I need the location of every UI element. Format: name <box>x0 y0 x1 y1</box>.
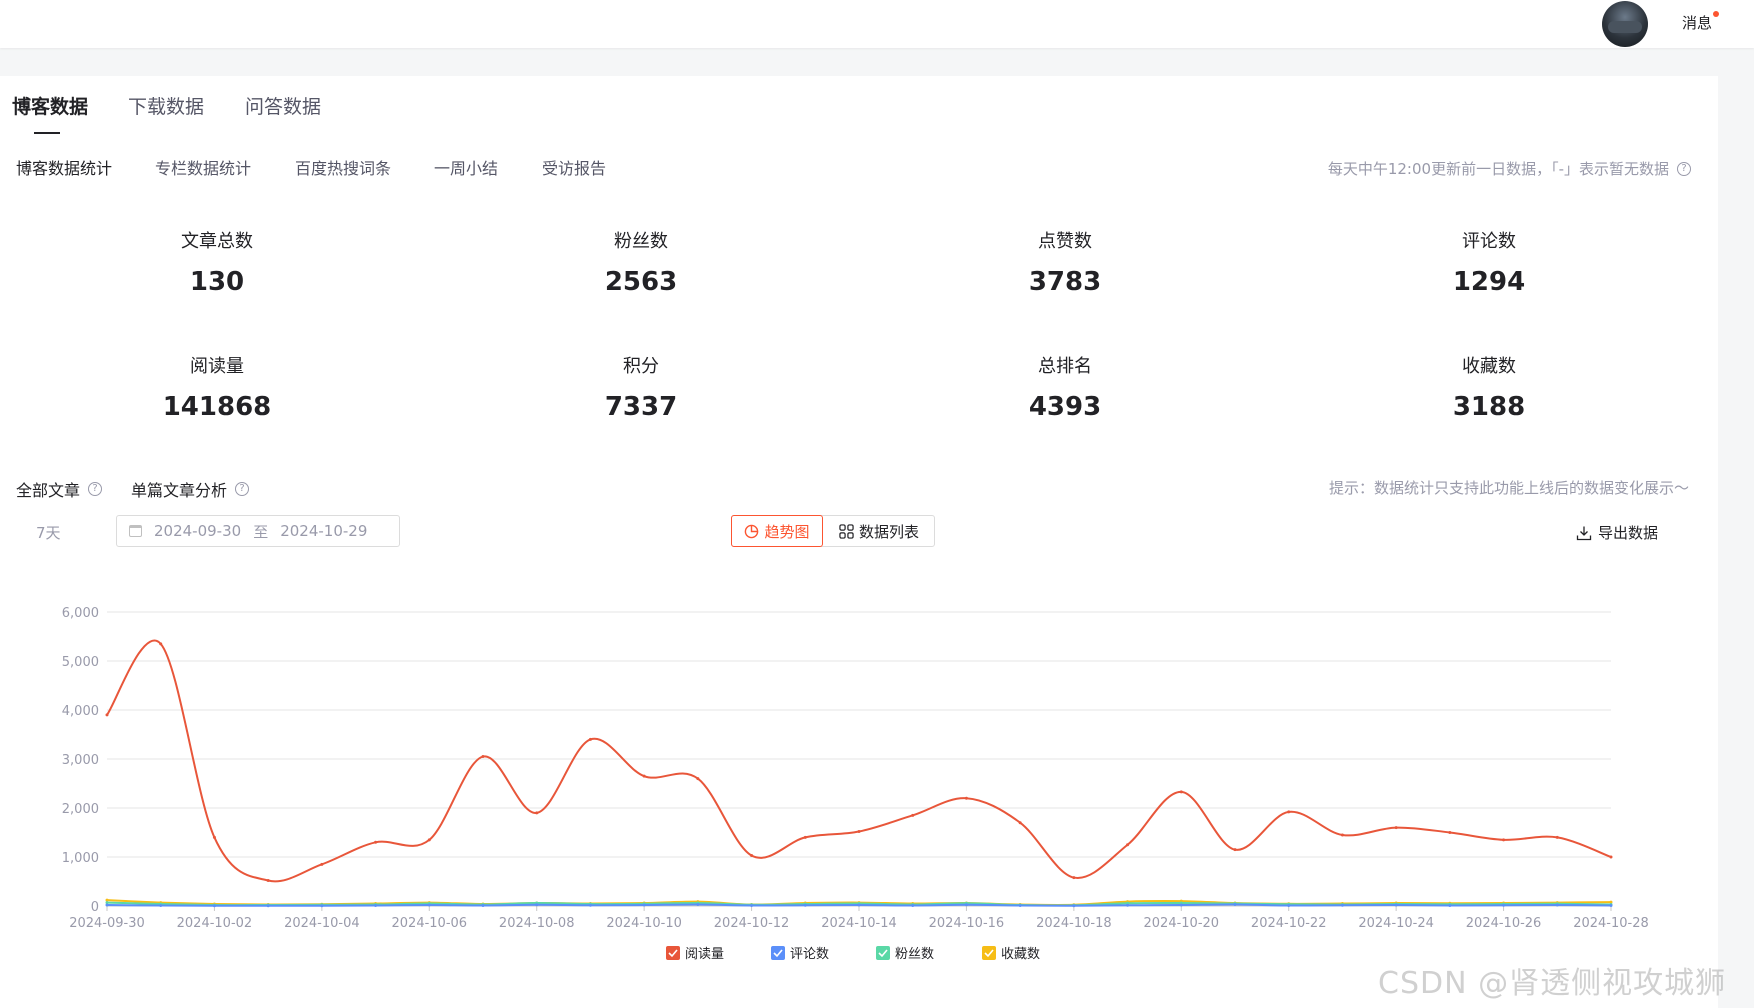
data-point[interactable] <box>588 903 592 907</box>
x-tick-label: 2024-10-10 <box>606 916 682 931</box>
legend-label[interactable]: 评论数 <box>790 947 829 962</box>
x-tick-label: 2024-10-16 <box>929 916 1005 931</box>
data-point[interactable] <box>1555 903 1559 907</box>
legend-checkbox[interactable] <box>982 946 996 960</box>
data-point[interactable] <box>1126 903 1130 907</box>
x-tick-label: 2024-10-04 <box>284 916 360 931</box>
x-tick-label: 2024-10-22 <box>1251 916 1327 931</box>
data-point[interactable] <box>1448 904 1452 908</box>
data-point[interactable] <box>964 903 968 907</box>
csdn-watermark: CSDN @肾透侧视攻城狮 <box>1378 966 1727 1001</box>
data-point[interactable] <box>1340 903 1344 907</box>
data-point[interactable] <box>588 737 592 741</box>
legend-checkbox[interactable] <box>771 946 785 960</box>
data-point[interactable] <box>159 642 163 646</box>
y-tick-label: 2,000 <box>62 802 99 817</box>
data-point[interactable] <box>1179 790 1183 794</box>
data-point[interactable] <box>481 755 485 759</box>
data-point[interactable] <box>1126 843 1130 847</box>
data-point[interactable] <box>1502 838 1506 842</box>
data-point[interactable] <box>1287 810 1291 814</box>
legend-label[interactable]: 粉丝数 <box>895 947 934 962</box>
x-tick-label: 2024-10-18 <box>1036 916 1112 931</box>
x-tick-label: 2024-10-20 <box>1144 916 1220 931</box>
x-tick-label: 2024-10-08 <box>499 916 575 931</box>
y-tick-label: 1,000 <box>62 851 99 866</box>
data-point[interactable] <box>1502 903 1506 907</box>
chart-series <box>105 639 1613 908</box>
data-point[interactable] <box>750 854 754 858</box>
x-tick-label: 2024-10-02 <box>177 916 253 931</box>
x-tick-label: 2024-10-12 <box>714 916 790 931</box>
data-point[interactable] <box>159 904 163 908</box>
data-point[interactable] <box>1233 903 1237 907</box>
data-point[interactable] <box>535 811 539 815</box>
y-tick-label: 0 <box>91 900 99 915</box>
series-line <box>106 639 1612 883</box>
data-point[interactable] <box>1233 848 1237 852</box>
legend-checkbox[interactable] <box>666 946 680 960</box>
legend-checkbox[interactable] <box>876 946 890 960</box>
y-tick-label: 5,000 <box>62 655 99 670</box>
legend-label[interactable]: 收藏数 <box>1001 947 1040 962</box>
x-tick-label: 2024-10-24 <box>1358 916 1434 931</box>
data-point[interactable] <box>427 903 431 907</box>
data-point[interactable] <box>803 903 807 907</box>
data-point[interactable] <box>374 904 378 908</box>
data-point[interactable] <box>266 879 270 883</box>
data-point[interactable] <box>642 774 646 778</box>
x-tick-label: 2024-09-30 <box>69 916 145 931</box>
data-point[interactable] <box>1340 833 1344 837</box>
data-point[interactable] <box>1018 904 1022 908</box>
chart-legend: 阅读量 评论数 粉丝数 收藏数 <box>666 946 1040 962</box>
data-point[interactable] <box>642 903 646 907</box>
data-point[interactable] <box>1072 904 1076 908</box>
data-point[interactable] <box>1179 903 1183 907</box>
data-point[interactable] <box>1394 826 1398 830</box>
data-point[interactable] <box>696 777 700 781</box>
data-point[interactable] <box>911 904 915 908</box>
data-point[interactable] <box>911 813 915 817</box>
data-point[interactable] <box>105 713 109 717</box>
y-tick-label: 3,000 <box>62 753 99 768</box>
data-point[interactable] <box>1609 904 1613 908</box>
data-point[interactable] <box>1072 876 1076 880</box>
y-axis-labels: 0 1,000 2,000 3,000 4,000 5,000 6,000 <box>62 606 99 915</box>
x-tick-label: 2024-10-28 <box>1573 916 1649 931</box>
trend-line-chart: 0 1,000 2,000 3,000 4,000 5,000 6,000 2024-09-… <box>62 606 1649 962</box>
data-point[interactable] <box>696 903 700 907</box>
x-axis-labels: 2024-09-30 2024-10-02 2024-10-04 2024-10-06… <box>69 906 1649 931</box>
data-point[interactable] <box>857 830 861 834</box>
data-point[interactable] <box>1609 855 1613 859</box>
data-point[interactable] <box>212 835 216 839</box>
data-point[interactable] <box>1018 821 1022 825</box>
data-point[interactable] <box>535 903 539 907</box>
data-point[interactable] <box>105 903 109 907</box>
y-tick-label: 4,000 <box>62 704 99 719</box>
data-point[interactable] <box>1448 831 1452 834</box>
data-point[interactable] <box>1394 903 1398 907</box>
data-point[interactable] <box>1287 904 1291 908</box>
chart-gridlines <box>107 611 1611 907</box>
data-point[interactable] <box>1555 835 1559 839</box>
data-point[interactable] <box>750 904 754 908</box>
x-tick-label: 2024-10-26 <box>1466 916 1542 931</box>
data-point[interactable] <box>266 904 270 908</box>
data-point[interactable] <box>427 838 431 842</box>
data-point[interactable] <box>481 904 485 908</box>
legend-label[interactable]: 阅读量 <box>685 947 724 962</box>
x-tick-label: 2024-10-14 <box>821 916 897 931</box>
data-point[interactable] <box>212 904 216 908</box>
data-point[interactable] <box>803 835 807 839</box>
y-tick-label: 6,000 <box>62 606 99 621</box>
data-point[interactable] <box>857 903 861 907</box>
data-point[interactable] <box>374 840 378 844</box>
data-point[interactable] <box>964 796 968 800</box>
x-tick-label: 2024-10-06 <box>392 916 468 931</box>
data-point[interactable] <box>320 904 324 908</box>
data-point[interactable] <box>320 862 324 866</box>
